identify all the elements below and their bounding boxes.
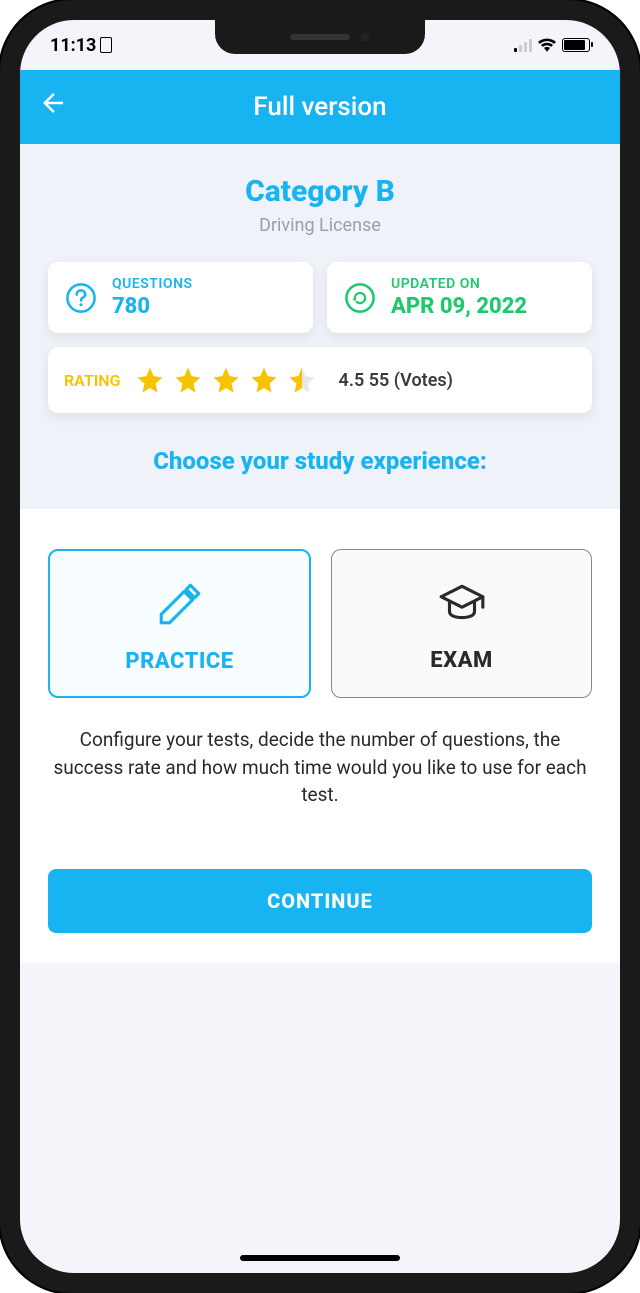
star-icon — [135, 365, 165, 395]
sim-icon — [100, 37, 112, 53]
status-right — [514, 38, 590, 52]
arrow-left-icon — [38, 88, 68, 118]
practice-mode-card[interactable]: PRACTICE — [48, 549, 311, 698]
updated-label: UPDATED ON — [391, 276, 527, 292]
questions-card: QUESTIONS 780 — [48, 262, 313, 333]
mode-section: PRACTICE EXAM Configure your tests, deci… — [20, 509, 620, 963]
mode-description: Configure your tests, decide the number … — [48, 726, 592, 809]
graduation-cap-icon — [437, 578, 487, 628]
rating-label: RATING — [64, 371, 121, 390]
battery-icon — [562, 38, 590, 52]
exam-mode-card[interactable]: EXAM — [331, 549, 592, 698]
summary-section: Category B Driving License QUESTIONS 780 — [20, 144, 620, 509]
updated-card: UPDATED ON APR 09, 2022 — [327, 262, 592, 333]
home-indicator[interactable] — [240, 1255, 400, 1261]
pencil-icon — [155, 579, 205, 629]
speaker-grill — [290, 34, 350, 40]
refresh-icon — [343, 281, 377, 315]
star-half-icon — [287, 365, 317, 395]
updated-value: APR 09, 2022 — [391, 294, 527, 319]
exam-label: EXAM — [430, 648, 493, 673]
wifi-icon — [538, 38, 556, 52]
star-icon — [249, 365, 279, 395]
stats-row: QUESTIONS 780 UPDATED ON APR 09, 2022 — [48, 262, 592, 333]
status-left: 11:13 — [50, 35, 112, 56]
star-icon — [211, 365, 241, 395]
category-title: Category B — [48, 174, 592, 209]
practice-label: PRACTICE — [125, 649, 233, 674]
app-header: Full version — [20, 70, 620, 144]
continue-button[interactable]: CONTINUE — [48, 869, 592, 933]
questions-value: 780 — [112, 294, 193, 319]
category-subtitle: Driving License — [48, 215, 592, 236]
device-notch — [215, 20, 425, 54]
front-camera — [360, 32, 370, 42]
rating-card: RATING 4.5 55 (Votes) — [48, 347, 592, 413]
star-icon — [173, 365, 203, 395]
rating-stars — [135, 365, 317, 395]
choose-title: Choose your study experience: — [48, 447, 592, 475]
back-button[interactable] — [38, 88, 68, 126]
questions-label: QUESTIONS — [112, 276, 193, 292]
signal-icon — [514, 38, 532, 52]
status-time: 11:13 — [50, 35, 96, 56]
rating-text: 4.5 55 (Votes) — [339, 370, 453, 391]
header-title: Full version — [253, 92, 386, 122]
device-frame: 11:13 Full version — [0, 0, 640, 1293]
question-circle-icon — [64, 281, 98, 315]
mode-row: PRACTICE EXAM — [48, 549, 592, 698]
device-screen: 11:13 Full version — [20, 20, 620, 1273]
